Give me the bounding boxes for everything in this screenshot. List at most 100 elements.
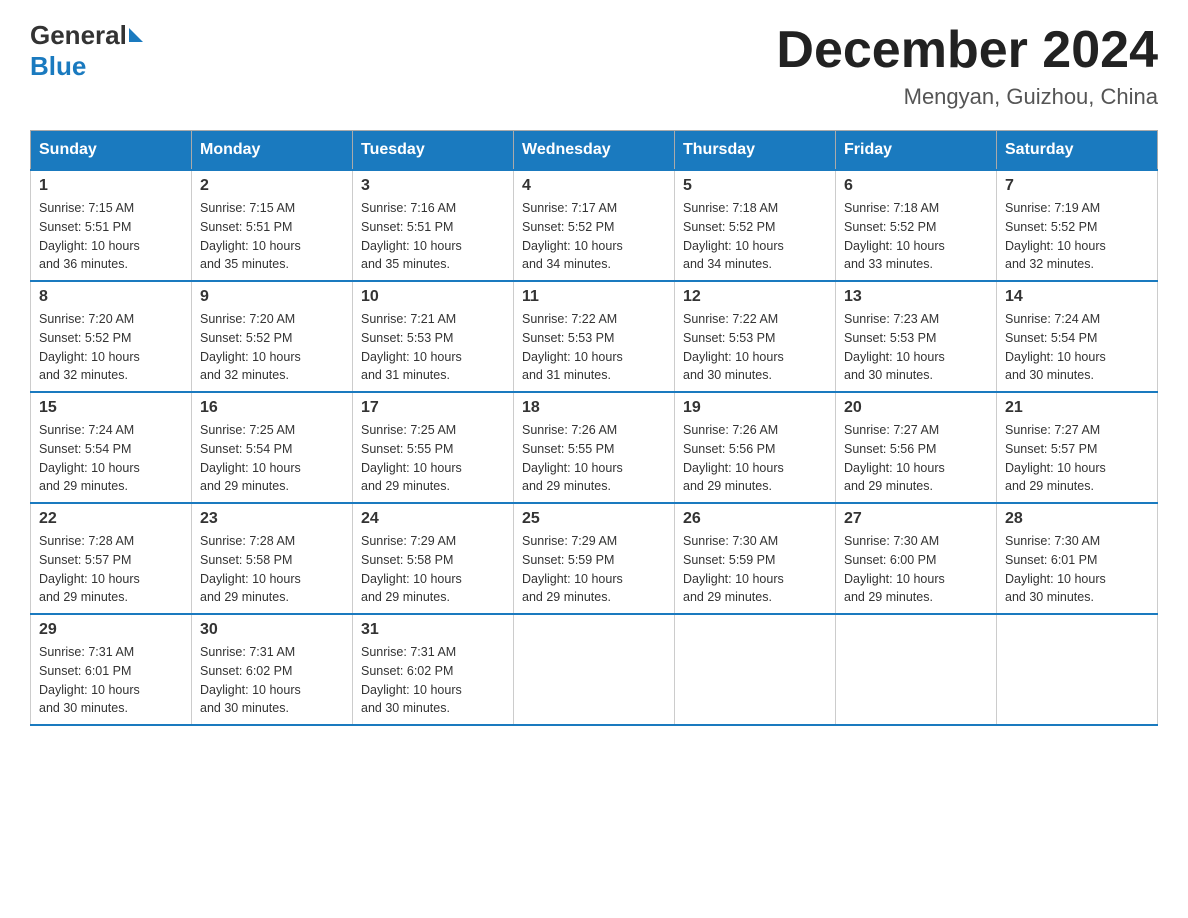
header-wednesday: Wednesday bbox=[514, 131, 675, 171]
day-number: 2 bbox=[200, 177, 344, 195]
table-row bbox=[514, 614, 675, 725]
header-friday: Friday bbox=[836, 131, 997, 171]
table-row: 9 Sunrise: 7:20 AM Sunset: 5:52 PM Dayli… bbox=[192, 281, 353, 392]
day-info: Sunrise: 7:15 AM Sunset: 5:51 PM Dayligh… bbox=[200, 199, 344, 274]
day-info: Sunrise: 7:20 AM Sunset: 5:52 PM Dayligh… bbox=[200, 310, 344, 385]
day-info: Sunrise: 7:17 AM Sunset: 5:52 PM Dayligh… bbox=[522, 199, 666, 274]
day-info: Sunrise: 7:18 AM Sunset: 5:52 PM Dayligh… bbox=[844, 199, 988, 274]
table-row: 11 Sunrise: 7:22 AM Sunset: 5:53 PM Dayl… bbox=[514, 281, 675, 392]
calendar-header-row: Sunday Monday Tuesday Wednesday Thursday… bbox=[31, 131, 1158, 171]
logo: General Blue bbox=[30, 20, 143, 82]
day-info: Sunrise: 7:20 AM Sunset: 5:52 PM Dayligh… bbox=[39, 310, 183, 385]
table-row: 31 Sunrise: 7:31 AM Sunset: 6:02 PM Dayl… bbox=[353, 614, 514, 725]
table-row: 5 Sunrise: 7:18 AM Sunset: 5:52 PM Dayli… bbox=[675, 170, 836, 281]
table-row: 19 Sunrise: 7:26 AM Sunset: 5:56 PM Dayl… bbox=[675, 392, 836, 503]
table-row: 17 Sunrise: 7:25 AM Sunset: 5:55 PM Dayl… bbox=[353, 392, 514, 503]
day-info: Sunrise: 7:31 AM Sunset: 6:02 PM Dayligh… bbox=[361, 643, 505, 718]
day-info: Sunrise: 7:31 AM Sunset: 6:01 PM Dayligh… bbox=[39, 643, 183, 718]
day-info: Sunrise: 7:30 AM Sunset: 5:59 PM Dayligh… bbox=[683, 532, 827, 607]
day-info: Sunrise: 7:24 AM Sunset: 5:54 PM Dayligh… bbox=[39, 421, 183, 496]
header-sunday: Sunday bbox=[31, 131, 192, 171]
table-row: 1 Sunrise: 7:15 AM Sunset: 5:51 PM Dayli… bbox=[31, 170, 192, 281]
table-row: 20 Sunrise: 7:27 AM Sunset: 5:56 PM Dayl… bbox=[836, 392, 997, 503]
day-number: 14 bbox=[1005, 288, 1149, 306]
day-info: Sunrise: 7:30 AM Sunset: 6:01 PM Dayligh… bbox=[1005, 532, 1149, 607]
header-monday: Monday bbox=[192, 131, 353, 171]
table-row: 7 Sunrise: 7:19 AM Sunset: 5:52 PM Dayli… bbox=[997, 170, 1158, 281]
day-info: Sunrise: 7:19 AM Sunset: 5:52 PM Dayligh… bbox=[1005, 199, 1149, 274]
day-number: 20 bbox=[844, 399, 988, 417]
table-row: 12 Sunrise: 7:22 AM Sunset: 5:53 PM Dayl… bbox=[675, 281, 836, 392]
day-number: 23 bbox=[200, 510, 344, 528]
day-info: Sunrise: 7:22 AM Sunset: 5:53 PM Dayligh… bbox=[683, 310, 827, 385]
logo-blue-part bbox=[127, 28, 143, 44]
logo-text: General bbox=[30, 20, 143, 51]
day-number: 9 bbox=[200, 288, 344, 306]
day-number: 11 bbox=[522, 288, 666, 306]
location: Mengyan, Guizhou, China bbox=[776, 84, 1158, 110]
table-row: 4 Sunrise: 7:17 AM Sunset: 5:52 PM Dayli… bbox=[514, 170, 675, 281]
table-row: 29 Sunrise: 7:31 AM Sunset: 6:01 PM Dayl… bbox=[31, 614, 192, 725]
table-row: 14 Sunrise: 7:24 AM Sunset: 5:54 PM Dayl… bbox=[997, 281, 1158, 392]
table-row: 24 Sunrise: 7:29 AM Sunset: 5:58 PM Dayl… bbox=[353, 503, 514, 614]
day-number: 10 bbox=[361, 288, 505, 306]
day-info: Sunrise: 7:27 AM Sunset: 5:56 PM Dayligh… bbox=[844, 421, 988, 496]
day-number: 15 bbox=[39, 399, 183, 417]
day-info: Sunrise: 7:24 AM Sunset: 5:54 PM Dayligh… bbox=[1005, 310, 1149, 385]
day-number: 4 bbox=[522, 177, 666, 195]
day-info: Sunrise: 7:26 AM Sunset: 5:55 PM Dayligh… bbox=[522, 421, 666, 496]
day-number: 6 bbox=[844, 177, 988, 195]
day-number: 13 bbox=[844, 288, 988, 306]
day-number: 19 bbox=[683, 399, 827, 417]
logo-blue-label: Blue bbox=[30, 51, 86, 82]
table-row: 30 Sunrise: 7:31 AM Sunset: 6:02 PM Dayl… bbox=[192, 614, 353, 725]
day-info: Sunrise: 7:27 AM Sunset: 5:57 PM Dayligh… bbox=[1005, 421, 1149, 496]
table-row: 16 Sunrise: 7:25 AM Sunset: 5:54 PM Dayl… bbox=[192, 392, 353, 503]
day-number: 3 bbox=[361, 177, 505, 195]
month-title: December 2024 bbox=[776, 20, 1158, 80]
day-info: Sunrise: 7:16 AM Sunset: 5:51 PM Dayligh… bbox=[361, 199, 505, 274]
day-number: 31 bbox=[361, 621, 505, 639]
table-row: 23 Sunrise: 7:28 AM Sunset: 5:58 PM Dayl… bbox=[192, 503, 353, 614]
day-info: Sunrise: 7:25 AM Sunset: 5:55 PM Dayligh… bbox=[361, 421, 505, 496]
day-info: Sunrise: 7:21 AM Sunset: 5:53 PM Dayligh… bbox=[361, 310, 505, 385]
day-info: Sunrise: 7:25 AM Sunset: 5:54 PM Dayligh… bbox=[200, 421, 344, 496]
title-section: December 2024 Mengyan, Guizhou, China bbox=[776, 20, 1158, 110]
day-number: 18 bbox=[522, 399, 666, 417]
day-number: 28 bbox=[1005, 510, 1149, 528]
day-number: 16 bbox=[200, 399, 344, 417]
table-row bbox=[836, 614, 997, 725]
table-row: 25 Sunrise: 7:29 AM Sunset: 5:59 PM Dayl… bbox=[514, 503, 675, 614]
table-row bbox=[675, 614, 836, 725]
day-number: 26 bbox=[683, 510, 827, 528]
day-info: Sunrise: 7:29 AM Sunset: 5:59 PM Dayligh… bbox=[522, 532, 666, 607]
day-info: Sunrise: 7:18 AM Sunset: 5:52 PM Dayligh… bbox=[683, 199, 827, 274]
table-row: 27 Sunrise: 7:30 AM Sunset: 6:00 PM Dayl… bbox=[836, 503, 997, 614]
day-info: Sunrise: 7:28 AM Sunset: 5:58 PM Dayligh… bbox=[200, 532, 344, 607]
table-row: 3 Sunrise: 7:16 AM Sunset: 5:51 PM Dayli… bbox=[353, 170, 514, 281]
day-info: Sunrise: 7:31 AM Sunset: 6:02 PM Dayligh… bbox=[200, 643, 344, 718]
day-info: Sunrise: 7:28 AM Sunset: 5:57 PM Dayligh… bbox=[39, 532, 183, 607]
table-row: 28 Sunrise: 7:30 AM Sunset: 6:01 PM Dayl… bbox=[997, 503, 1158, 614]
day-number: 21 bbox=[1005, 399, 1149, 417]
day-number: 29 bbox=[39, 621, 183, 639]
day-number: 5 bbox=[683, 177, 827, 195]
table-row: 2 Sunrise: 7:15 AM Sunset: 5:51 PM Dayli… bbox=[192, 170, 353, 281]
table-row: 13 Sunrise: 7:23 AM Sunset: 5:53 PM Dayl… bbox=[836, 281, 997, 392]
header-tuesday: Tuesday bbox=[353, 131, 514, 171]
table-row: 26 Sunrise: 7:30 AM Sunset: 5:59 PM Dayl… bbox=[675, 503, 836, 614]
table-row bbox=[997, 614, 1158, 725]
day-info: Sunrise: 7:30 AM Sunset: 6:00 PM Dayligh… bbox=[844, 532, 988, 607]
day-number: 8 bbox=[39, 288, 183, 306]
day-info: Sunrise: 7:22 AM Sunset: 5:53 PM Dayligh… bbox=[522, 310, 666, 385]
day-number: 22 bbox=[39, 510, 183, 528]
table-row: 18 Sunrise: 7:26 AM Sunset: 5:55 PM Dayl… bbox=[514, 392, 675, 503]
day-info: Sunrise: 7:23 AM Sunset: 5:53 PM Dayligh… bbox=[844, 310, 988, 385]
header-thursday: Thursday bbox=[675, 131, 836, 171]
day-number: 25 bbox=[522, 510, 666, 528]
day-info: Sunrise: 7:15 AM Sunset: 5:51 PM Dayligh… bbox=[39, 199, 183, 274]
table-row: 10 Sunrise: 7:21 AM Sunset: 5:53 PM Dayl… bbox=[353, 281, 514, 392]
table-row: 6 Sunrise: 7:18 AM Sunset: 5:52 PM Dayli… bbox=[836, 170, 997, 281]
day-number: 17 bbox=[361, 399, 505, 417]
table-row: 15 Sunrise: 7:24 AM Sunset: 5:54 PM Dayl… bbox=[31, 392, 192, 503]
